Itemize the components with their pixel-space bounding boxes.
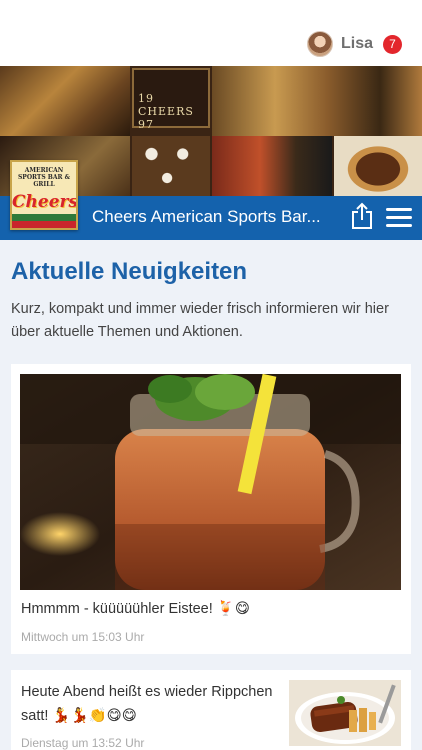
venue-logo: AMERICAN SPORTS BAR & GRILL Cheers — [10, 160, 78, 230]
iced-tea-image — [20, 374, 401, 590]
post-text: Hmmmm - küüüüühler Eistee! 🍹😋 — [21, 601, 250, 617]
page-title: Aktuelle Neuigkeiten — [11, 258, 248, 285]
logo-tagline: AMERICAN SPORTS BAR & GRILL — [17, 167, 71, 188]
logo-stripe — [12, 214, 76, 228]
sports-memorabilia-photo — [212, 136, 332, 196]
post-date: Mittwoch um 15:03 Uhr — [21, 630, 145, 644]
memorabilia-sign: 19 CHEERS 97 — [132, 68, 210, 131]
iced-tea-photo[interactable] — [20, 374, 401, 590]
news-card[interactable]: Hmmmm - küüüüühler Eistee! 🍹😋 Mittwoch u… — [11, 364, 411, 654]
notification-badge[interactable]: 7 — [383, 34, 402, 54]
sign-text: 19 CHEERS 97 — [138, 92, 194, 131]
user-name[interactable]: Lisa — [341, 35, 373, 53]
share-icon[interactable] — [350, 202, 374, 230]
baseball-display-photo — [132, 136, 210, 196]
bar-counter-photo — [212, 66, 422, 136]
news-card[interactable]: Heute Abend heißt es wieder Rippchen sat… — [11, 670, 411, 750]
share-icon-graphic — [352, 202, 372, 229]
hamburger-menu-icon[interactable] — [386, 208, 412, 228]
ribs-image — [289, 680, 401, 746]
post-date: Dienstag um 13:52 Uhr — [21, 736, 145, 750]
avatar[interactable] — [306, 31, 333, 57]
bar-crowd-photo — [0, 66, 130, 136]
ribs-thumbnail[interactable] — [289, 680, 401, 746]
post-text: Heute Abend heißt es wieder Rippchen sat… — [21, 684, 273, 724]
section-intro: Kurz, kompakt und immer wieder frisch in… — [11, 301, 389, 340]
top-bar: Lisa 7 — [0, 0, 422, 66]
user-menu[interactable]: Lisa 7 — [306, 30, 402, 58]
burger-photo — [334, 136, 422, 196]
logo-wordmark: Cheers — [12, 192, 78, 212]
venue-title[interactable]: Cheers American Sports Bar... — [92, 207, 321, 227]
